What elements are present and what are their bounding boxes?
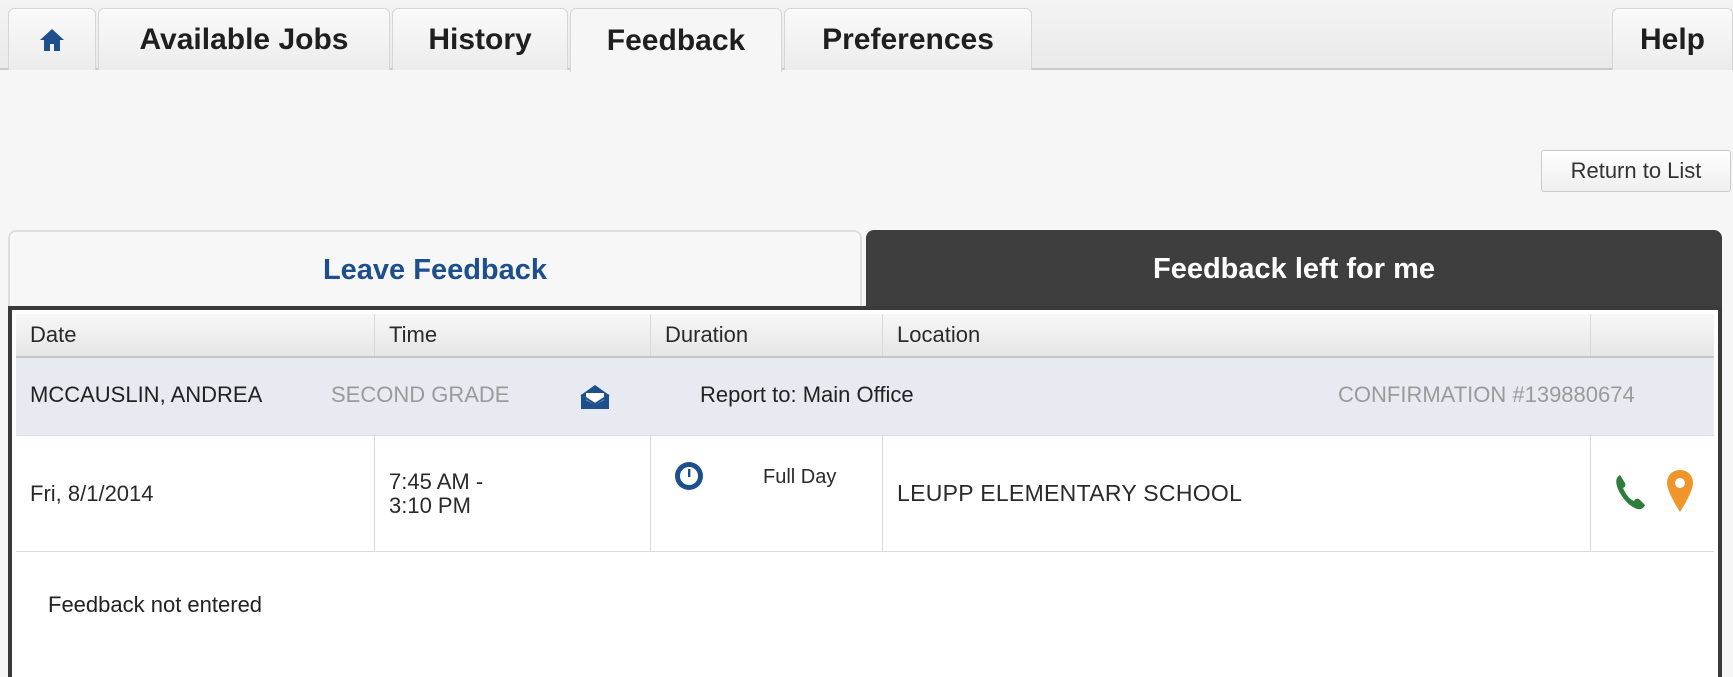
person-row: MCCAUSLIN, ANDREA SECOND GRADE Report to… — [16, 358, 1714, 436]
tab-home[interactable] — [8, 8, 96, 70]
tab-leave-feedback[interactable]: Leave Feedback — [8, 230, 862, 308]
table-row: Fri, 8/1/2014 7:45 AM - 3:10 PM Full Day… — [16, 436, 1714, 552]
tab-feedback[interactable]: Feedback — [570, 8, 782, 72]
person-grade: SECOND GRADE — [331, 382, 510, 407]
job-location: LEUPP ELEMENTARY SCHOOL — [883, 436, 1591, 551]
confirmation-number: CONFIRMATION #139880674 — [1338, 382, 1635, 407]
column-header-actions — [1591, 314, 1714, 356]
envelope-open-icon[interactable] — [578, 382, 612, 412]
job-actions — [1591, 436, 1714, 551]
job-time-start: 7:45 AM - — [389, 469, 484, 495]
feedback-table: Date Time Duration Location MCCAUSLIN, A… — [16, 314, 1714, 672]
column-header-date[interactable]: Date — [16, 314, 375, 356]
job-time-end: 3:10 PM — [389, 492, 471, 518]
home-icon — [40, 28, 64, 51]
column-header-duration[interactable]: Duration — [651, 314, 883, 356]
phone-icon[interactable] — [1613, 472, 1647, 512]
tab-preferences[interactable]: Preferences — [784, 8, 1032, 70]
map-pin-icon[interactable] — [1665, 468, 1695, 514]
feedback-status: Feedback not entered — [48, 592, 263, 617]
table-header-row: Date Time Duration Location — [16, 314, 1714, 358]
job-date: Fri, 8/1/2014 — [16, 436, 375, 551]
job-duration: Full Day — [651, 436, 883, 551]
clock-icon — [675, 462, 703, 490]
top-nav: Available Jobs History Feedback Preferen… — [0, 0, 1733, 72]
help-tab[interactable]: Help — [1612, 8, 1733, 70]
tab-history[interactable]: History — [392, 8, 568, 70]
column-header-location[interactable]: Location — [883, 314, 1591, 356]
return-to-list-button[interactable]: Return to List — [1541, 150, 1731, 192]
tab-feedback-left-for-me[interactable]: Feedback left for me — [866, 230, 1722, 308]
duration-text: Full Day — [763, 466, 837, 488]
tab-available-jobs[interactable]: Available Jobs — [98, 8, 390, 70]
feedback-panel: Date Time Duration Location MCCAUSLIN, A… — [8, 306, 1722, 677]
column-header-time[interactable]: Time — [375, 314, 651, 356]
report-to-text: Report to: Main Office — [700, 382, 914, 407]
feedback-row: Feedback not entered — [16, 552, 1714, 672]
job-time: 7:45 AM - 3:10 PM — [375, 436, 651, 551]
person-name: MCCAUSLIN, ANDREA — [30, 382, 263, 407]
